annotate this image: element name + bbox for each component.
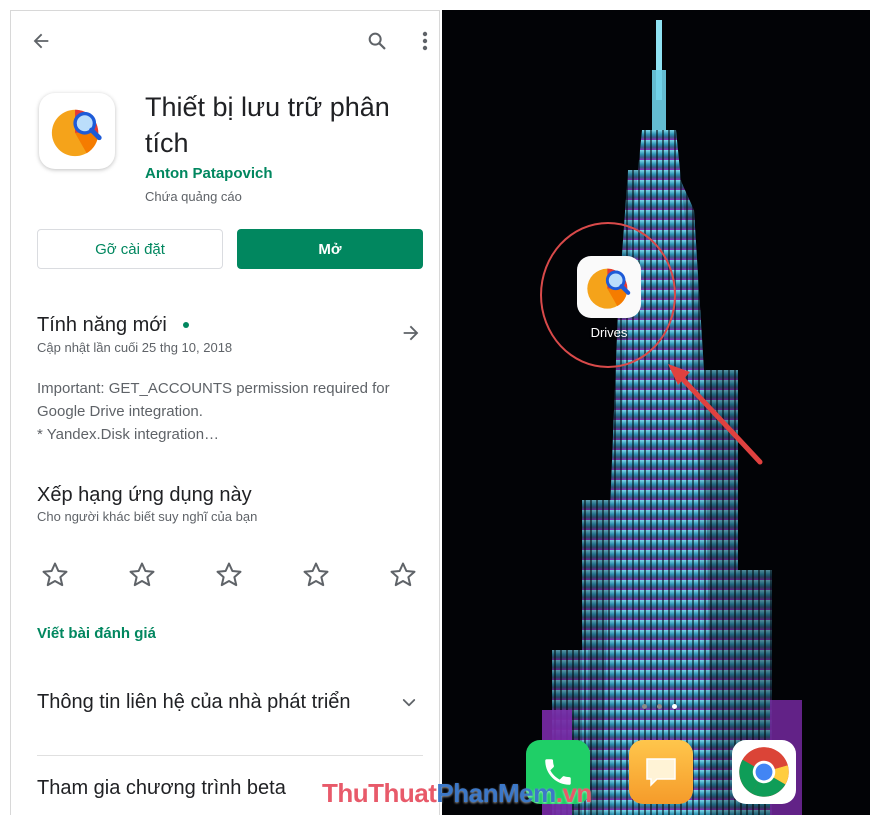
uninstall-button[interactable]: Gỡ cài đặt	[37, 229, 223, 269]
new-indicator-dot	[183, 322, 189, 328]
messages-icon[interactable]	[629, 740, 693, 804]
release-note-line: Google Drive integration.	[37, 403, 203, 420]
back-arrow-icon[interactable]	[25, 25, 57, 57]
star-icon[interactable]	[385, 557, 421, 593]
write-review-link[interactable]: Viết bài đánh giá	[37, 625, 156, 642]
search-icon[interactable]	[361, 25, 393, 57]
page-indicator	[642, 704, 682, 712]
rate-app-subtitle: Cho người khác biết suy nghĩ của bạn	[37, 509, 258, 524]
annotation-arrow	[668, 364, 763, 465]
play-store-page: Thiết bị lưu trữ phân tích Anton Patapov…	[10, 10, 440, 815]
more-vert-icon[interactable]	[411, 25, 439, 57]
last-updated-text: Cập nhật lần cuối 25 thg 10, 2018	[37, 340, 233, 355]
home-screen: Drives	[442, 10, 870, 815]
rating-stars	[37, 557, 427, 593]
page-dot	[672, 704, 677, 709]
star-icon[interactable]	[37, 557, 73, 593]
chevron-down-icon[interactable]	[397, 691, 421, 715]
page-dot	[657, 704, 662, 709]
release-note-line: Important: GET_ACCOUNTS permission requi…	[37, 380, 390, 397]
divider	[37, 755, 423, 756]
watermark-part: ThuThuat	[322, 778, 437, 808]
developer-contact-title[interactable]: Thông tin liên hệ của nhà phát triển	[37, 691, 351, 714]
rate-app-title: Xếp hạng ứng dụng này	[37, 484, 252, 506]
beta-program-title[interactable]: Tham gia chương trình beta	[37, 777, 286, 800]
developer-link[interactable]: Anton Patapovich	[145, 165, 273, 182]
star-icon[interactable]	[124, 557, 160, 593]
chrome-icon[interactable]	[732, 740, 796, 804]
app-title: Thiết bị lưu trữ phân tích	[145, 92, 390, 158]
arrow-right-icon[interactable]	[397, 319, 425, 347]
watermark-part: .vn	[555, 778, 593, 808]
star-icon[interactable]	[211, 557, 247, 593]
watermark-text: ThuThuatPhanMem.vn	[322, 778, 592, 809]
ads-note: Chứa quảng cáo	[145, 189, 242, 204]
release-note-line: * Yandex.Disk integration…	[37, 426, 220, 443]
app-icon	[39, 93, 115, 169]
watermark-part: PhanMem	[436, 778, 556, 808]
whats-new-title[interactable]: Tính năng mới	[37, 314, 167, 337]
open-button[interactable]: Mở	[237, 229, 423, 269]
page-dot	[642, 704, 647, 709]
star-icon[interactable]	[298, 557, 334, 593]
